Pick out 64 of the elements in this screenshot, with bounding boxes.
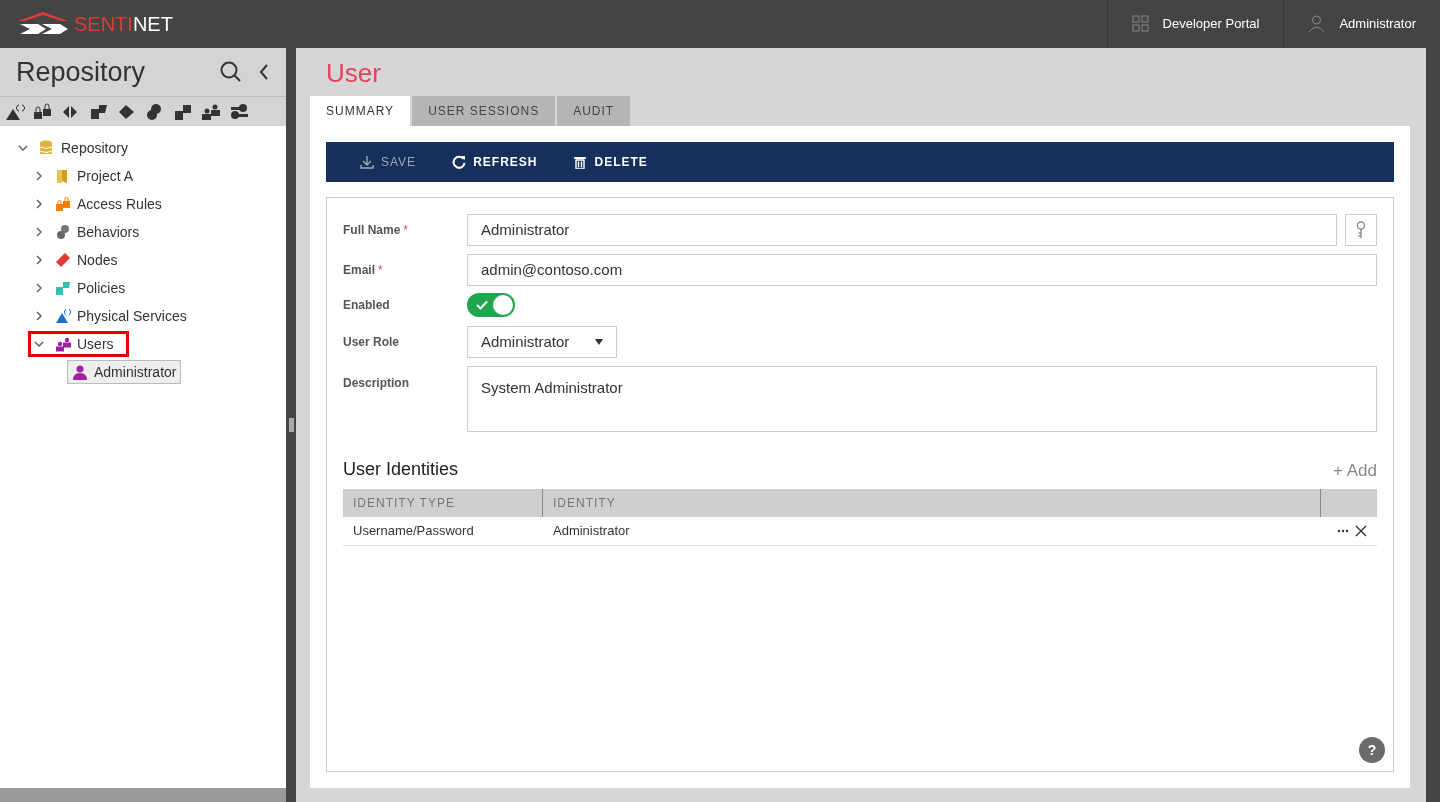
tree-item[interactable]: Physical Services (51, 304, 191, 328)
column-header: IDENTITY TYPE (343, 489, 543, 517)
check-icon (475, 299, 489, 311)
tab[interactable]: SUMMARY (310, 96, 411, 126)
toggle-switch[interactable] (467, 293, 515, 317)
required-mark: * (403, 222, 409, 239)
triangle-icon (55, 308, 71, 324)
text-field[interactable]: admin@contoso.com (467, 254, 1377, 286)
tree-item[interactable]: Behaviors (51, 220, 144, 244)
field-label: User Role (343, 334, 400, 351)
sidebar-title: Repository (16, 55, 147, 89)
blocks-icon (55, 280, 71, 296)
add-link[interactable]: + Add (1333, 457, 1377, 483)
required-mark: * (378, 262, 383, 279)
text-field[interactable]: Administrator (467, 214, 1337, 246)
field-label: Email (343, 262, 375, 279)
page-title: User (325, 57, 382, 90)
search-icon[interactable] (220, 61, 242, 83)
help-button[interactable]: ? (1359, 737, 1385, 763)
diamond-icon (55, 252, 71, 268)
tree-item[interactable]: Project A (51, 164, 138, 188)
users-icon (55, 336, 71, 352)
logo: SENTINET (0, 11, 260, 37)
section-title: User Identities (343, 458, 459, 481)
policy-block-filter-icon[interactable] (173, 102, 193, 121)
delete-button[interactable]: DELETE (563, 153, 658, 171)
field-label: Full Name (343, 222, 401, 239)
service-filter-icon[interactable] (5, 102, 25, 121)
save-icon (360, 155, 374, 169)
field-label: Enabled (343, 297, 390, 314)
close-icon[interactable] (1355, 525, 1367, 537)
user-icon (72, 364, 88, 380)
tree-item[interactable]: Access Rules (51, 192, 166, 216)
user-icon (1308, 15, 1326, 33)
collapse-icon[interactable] (258, 63, 270, 81)
table-cell-text: Administrator (552, 522, 631, 541)
refresh-icon (452, 155, 467, 169)
policy-filter-icon[interactable] (89, 102, 109, 121)
tree-item[interactable]: Administrator (67, 360, 182, 384)
text-area[interactable]: System Administrator (467, 366, 1377, 432)
table-cell-text: Username/Password (352, 522, 475, 541)
column-header: IDENTITY (543, 489, 1321, 517)
identity-filter-icon[interactable] (229, 102, 249, 121)
dropdown[interactable]: Administrator (467, 326, 617, 358)
key-button[interactable] (1345, 214, 1377, 246)
tree-item[interactable]: Nodes (51, 248, 122, 272)
lock-icon (55, 196, 71, 212)
database-icon (39, 140, 55, 156)
tab[interactable]: AUDIT (557, 96, 631, 126)
delete-icon (573, 155, 588, 169)
tree-item[interactable]: Users (51, 332, 118, 356)
refresh-button[interactable]: REFRESH (442, 153, 548, 171)
users-filter-icon[interactable] (201, 102, 221, 121)
resize-handle[interactable] (288, 418, 294, 432)
tree-item[interactable]: Policies (51, 276, 130, 300)
access-filter-icon[interactable] (33, 102, 53, 121)
tab[interactable]: USER SESSIONS (412, 96, 556, 126)
field-label: Description (343, 375, 409, 392)
dropdown-caret-icon (595, 339, 603, 345)
tree-item[interactable]: Repository (35, 136, 132, 160)
logo-icon (16, 11, 70, 37)
more-icon[interactable] (1337, 529, 1349, 533)
grid-icon (1131, 15, 1149, 33)
key-icon (1355, 221, 1367, 239)
